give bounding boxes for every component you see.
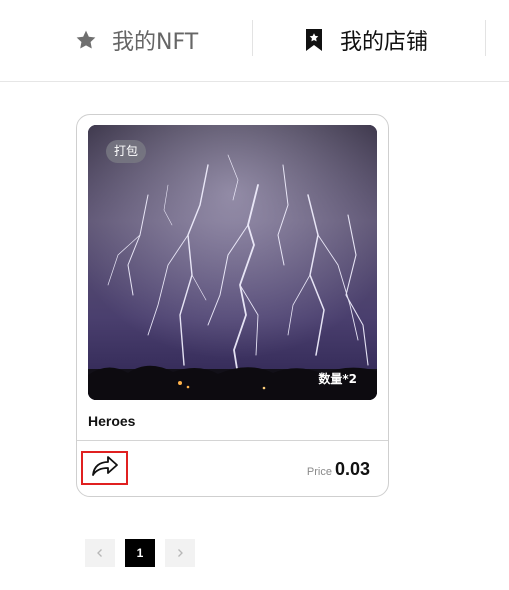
tab-bar: 我的NFT 我的店铺 xyxy=(0,0,509,82)
price-label: Price xyxy=(306,466,332,478)
lightning-storm-image xyxy=(88,125,377,400)
nft-card[interactable]: 打包 数量*2 Heroes Price 0.03 xyxy=(76,114,389,497)
tab-label: 我的NFT xyxy=(112,30,199,55)
page-1-button[interactable]: 1 xyxy=(125,539,155,567)
bookmark-star-icon xyxy=(302,28,326,52)
share-button[interactable] xyxy=(81,451,128,485)
prev-page-button[interactable] xyxy=(85,539,115,567)
star-icon xyxy=(74,28,98,52)
next-page-button[interactable] xyxy=(165,539,195,567)
tab-divider xyxy=(252,20,253,56)
pack-badge: 打包 xyxy=(106,140,147,163)
nft-image[interactable]: 打包 数量*2 xyxy=(88,125,377,400)
tab-divider xyxy=(485,20,486,56)
quantity-label: 数量*2 xyxy=(318,372,357,386)
pagination: 1 xyxy=(85,539,195,567)
price: Price 0.03 xyxy=(307,459,370,480)
tab-my-shop[interactable]: 我的店铺 xyxy=(302,22,428,58)
chevron-left-icon xyxy=(97,549,102,557)
price-value: 0.03 xyxy=(334,459,370,479)
chevron-right-icon xyxy=(178,549,183,557)
nft-title: Heroes xyxy=(88,413,136,429)
tab-my-nft[interactable]: 我的NFT xyxy=(74,22,198,58)
share-arrow-icon xyxy=(91,455,119,482)
tab-label: 我的店铺 xyxy=(340,30,429,55)
card-divider xyxy=(77,440,388,441)
